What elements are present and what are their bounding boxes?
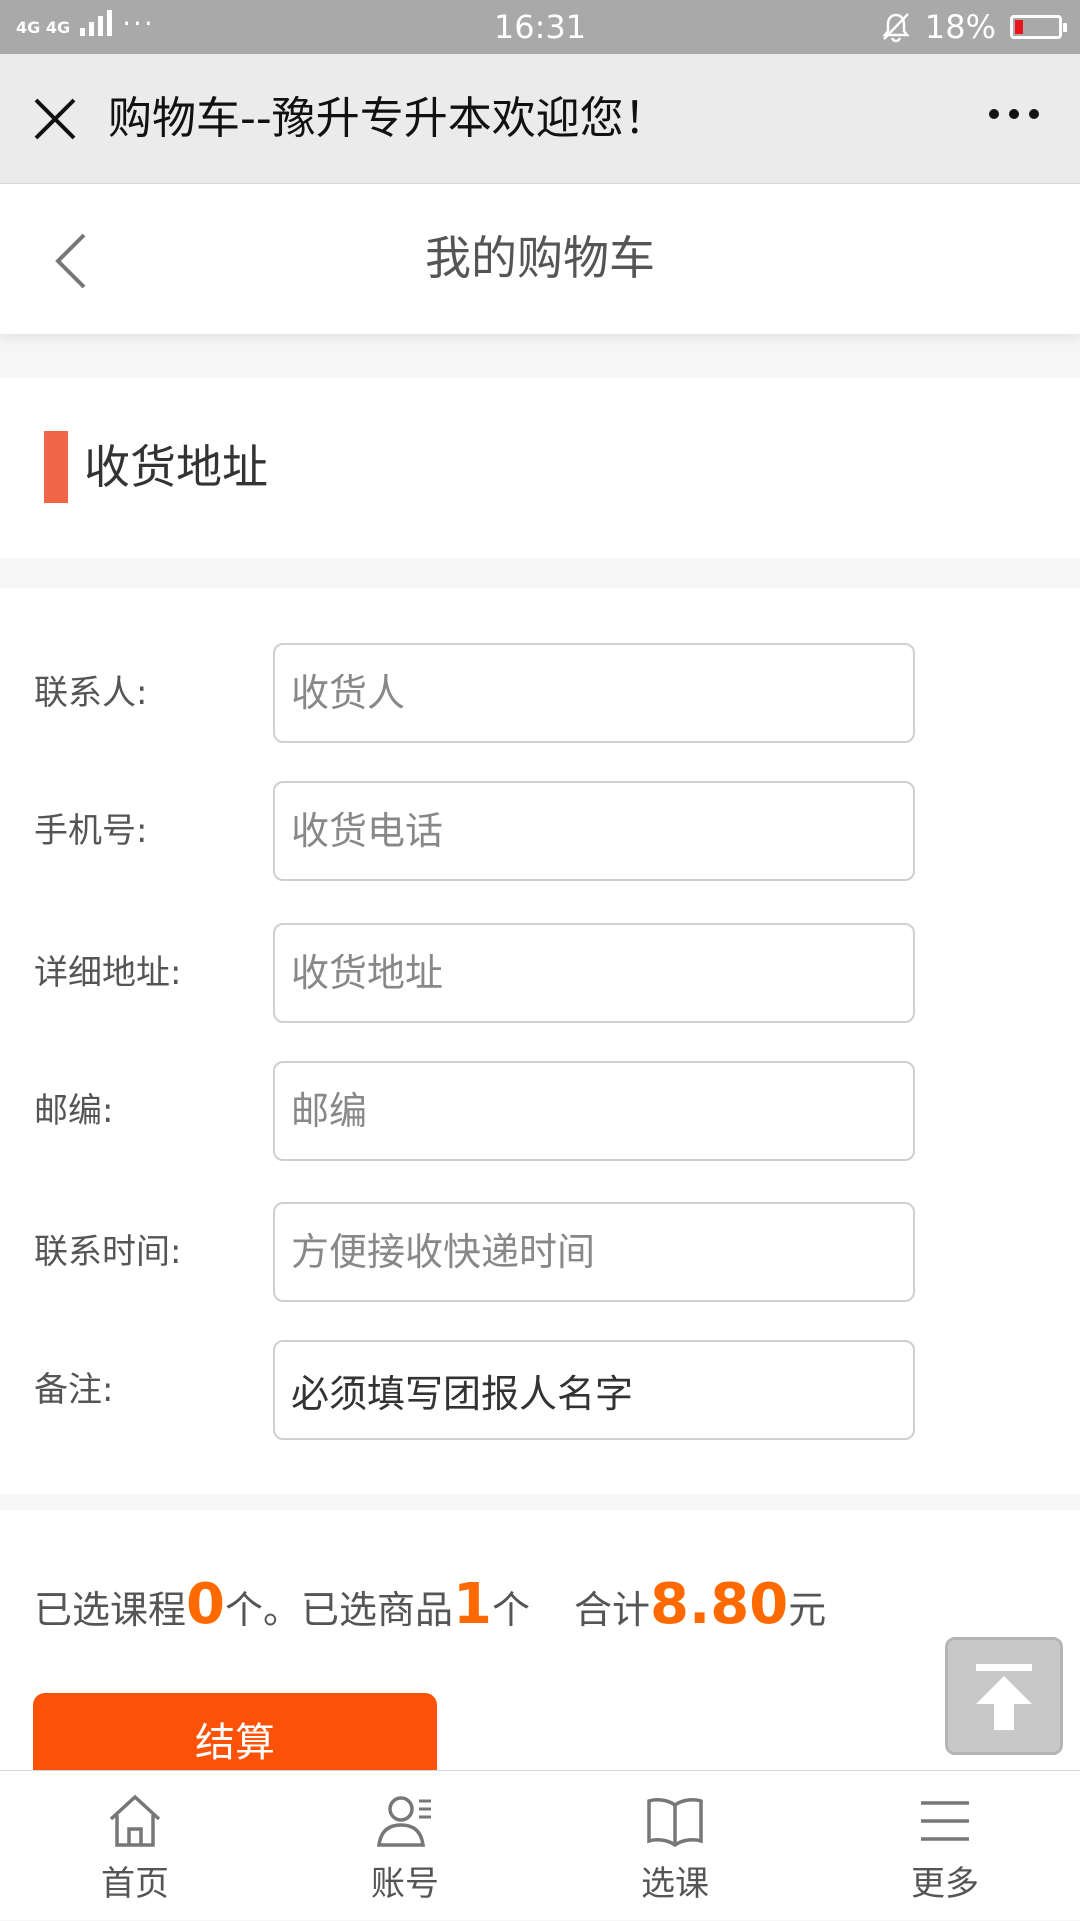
goods-suffix: 个	[491, 1588, 530, 1632]
cart-summary: 已选课程0个。已选商品1个 合计8.80元 结算	[0, 1510, 1080, 1793]
section-title: 收货地址	[84, 440, 268, 494]
total-prefix: 合计	[574, 1588, 651, 1632]
menu-icon	[921, 1801, 969, 1841]
total-amount: 8.80	[650, 1572, 789, 1637]
address-input[interactable]	[273, 923, 915, 1023]
more-options-icon[interactable]	[984, 94, 1044, 134]
battery-percentage: 18%	[924, 8, 996, 46]
home-icon	[109, 1794, 161, 1847]
remark-row: 备注:	[0, 1340, 1080, 1440]
courses-prefix: 已选课程	[34, 1588, 187, 1632]
courses-count: 0	[186, 1572, 225, 1637]
phone-label: 手机号:	[34, 811, 148, 851]
phone-row: 手机号:	[0, 781, 1080, 881]
contact-row: 联系人:	[0, 643, 1080, 743]
nav-label-more: 更多	[911, 1864, 979, 1904]
goods-prefix: 已选商品	[301, 1588, 454, 1632]
bottom-nav: 首页 账号 选课 更多	[0, 1770, 1080, 1920]
back-to-top-button[interactable]	[945, 1637, 1063, 1755]
window-title: 购物车--豫升专升本欢迎您！	[108, 93, 668, 144]
goods-count: 1	[453, 1572, 492, 1637]
nav-item-home[interactable]: 首页	[0, 1771, 270, 1921]
nav-item-courses[interactable]: 选课	[540, 1771, 810, 1921]
contact-input[interactable]	[273, 643, 915, 743]
phone-input[interactable]	[273, 781, 915, 881]
contact-time-row: 联系时间:	[0, 1202, 1080, 1302]
battery-icon	[1010, 15, 1067, 39]
page-header: 我的购物车	[0, 184, 1080, 334]
browser-title-bar: 购物车--豫升专升本欢迎您！	[0, 54, 1080, 184]
remark-input[interactable]	[273, 1340, 915, 1440]
contact-time-input[interactable]	[273, 1202, 915, 1302]
status-right: 18%	[881, 8, 1067, 46]
bell-muted-icon	[882, 13, 910, 43]
total-suffix: 元	[788, 1588, 827, 1632]
status-bar: 4G 4G ··· 16:31 18%	[0, 0, 1080, 54]
address-row: 详细地址:	[0, 923, 1080, 1023]
section-accent-bar	[44, 431, 68, 503]
remark-label: 备注:	[34, 1370, 114, 1410]
contact-label: 联系人:	[34, 673, 148, 713]
close-icon[interactable]	[30, 94, 80, 144]
address-label: 详细地址:	[34, 953, 182, 993]
zipcode-label: 邮编:	[34, 1091, 114, 1131]
nav-item-more[interactable]: 更多	[810, 1771, 1080, 1921]
contact-time-label: 联系时间:	[34, 1232, 182, 1272]
battery-fill	[1015, 20, 1024, 34]
nav-label-home: 首页	[101, 1864, 169, 1904]
nav-item-account[interactable]: 账号	[270, 1771, 540, 1921]
nav-label-account: 账号	[371, 1864, 439, 1904]
zipcode-input[interactable]	[273, 1061, 915, 1161]
arrow-up-to-top-icon	[976, 1664, 1032, 1730]
page-title: 我的购物车	[425, 231, 655, 285]
summary-line: 已选课程0个。已选商品1个 合计8.80元	[34, 1570, 826, 1645]
book-icon	[647, 1798, 703, 1848]
nav-label-courses: 选课	[641, 1864, 709, 1904]
user-icon	[377, 1796, 431, 1847]
address-form: 联系人: 手机号: 详细地址: 邮编: 联系时间: 备注:	[0, 588, 1080, 1494]
courses-suffix: 个。	[224, 1588, 301, 1632]
shipping-address-section: 收货地址	[0, 378, 1080, 558]
zipcode-row: 邮编:	[0, 1061, 1080, 1161]
